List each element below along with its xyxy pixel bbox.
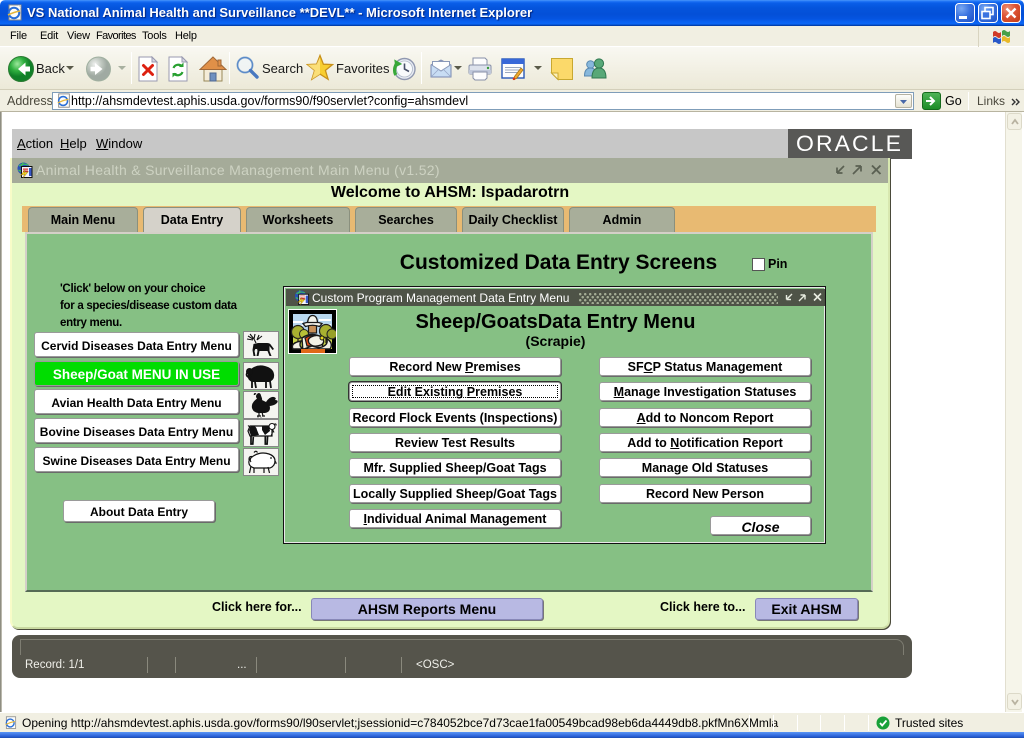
svg-text:ORACLE: ORACLE — [796, 131, 903, 156]
